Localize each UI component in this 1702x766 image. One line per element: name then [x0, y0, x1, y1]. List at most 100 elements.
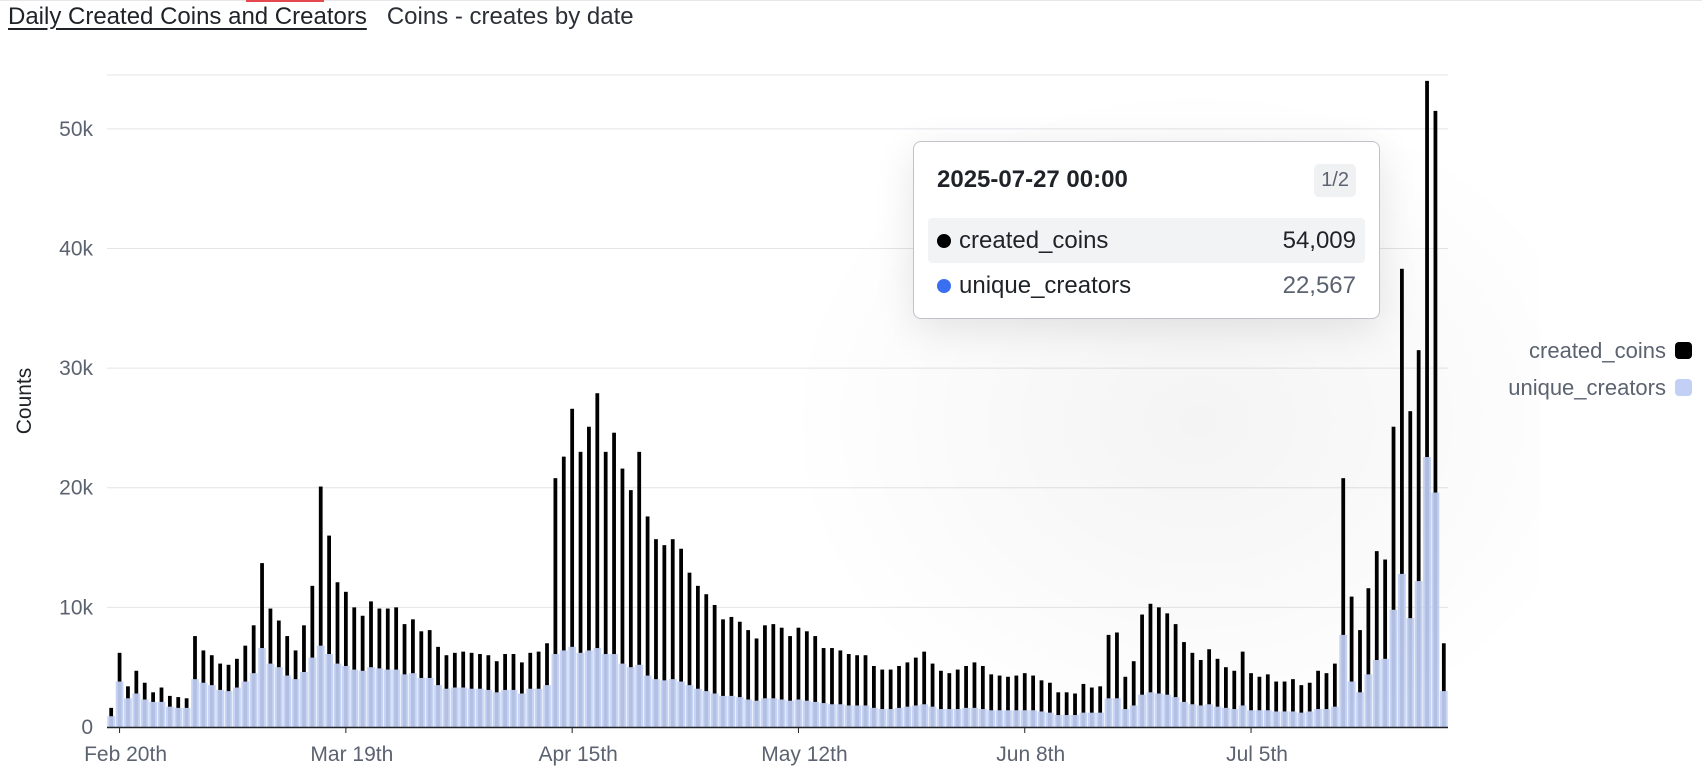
unique-creators-bar [719, 695, 727, 727]
tooltip-row-unique-creators: unique_creators 22,567 [928, 263, 1365, 308]
unique-creators-bar [182, 707, 191, 727]
unique-creators-bar [744, 699, 753, 727]
legend-item-unique-creators[interactable]: unique_creators [1508, 369, 1692, 406]
unique-creators-bar [1180, 701, 1188, 727]
y-tick-label: 50k [59, 118, 93, 141]
unique-creators-bar [283, 675, 292, 727]
unique-creators-bar [652, 679, 660, 727]
unique-creators-bar [291, 679, 300, 727]
unique-creators-bar [1356, 692, 1364, 727]
unique-creators-bar [149, 701, 157, 727]
unique-creators-bar [626, 667, 635, 727]
x-tick-label: May 12th [761, 743, 847, 766]
unique-creators-bar [1188, 704, 1197, 727]
unique-creators-bar [1322, 709, 1331, 727]
unique-creators-bar [962, 707, 970, 727]
unique-creators-bar [987, 710, 996, 727]
unique-creators-bar [585, 650, 593, 727]
unique-creators-bar [1012, 710, 1021, 727]
unique-creators-bar [459, 687, 468, 727]
unique-creators-bar [1414, 581, 1423, 727]
unique-creators-bar [308, 657, 317, 727]
unique-creators-bar [325, 654, 333, 727]
unique-creators-bar [258, 648, 266, 727]
unique-creators-bar [1347, 681, 1356, 727]
x-tick-label: Apr 15th [538, 743, 617, 766]
unique-creators-bar [484, 689, 493, 727]
unique-creators-bar [853, 705, 862, 727]
unique-creators-bar [786, 700, 794, 727]
unique-creators-bar [333, 663, 342, 727]
legend-swatch-created-coins [1675, 342, 1692, 359]
unique-creators-bar [710, 693, 719, 727]
unique-creators-bar [534, 688, 543, 727]
unique-creators-bar [409, 673, 417, 727]
unique-creators-bar [559, 650, 568, 727]
unique-creators-bar [777, 699, 786, 727]
unique-creators-bar [476, 688, 484, 727]
unique-creators-bar [249, 673, 258, 727]
unique-creators-bar [300, 671, 308, 727]
unique-creators-bar [1439, 691, 1448, 727]
unique-creators-bar [1213, 706, 1222, 727]
tooltip-page-indicator[interactable]: 1/2 [1314, 163, 1356, 197]
legend-item-created-coins[interactable]: created_coins [1508, 332, 1692, 369]
unique-creators-bar [794, 699, 803, 727]
unique-creators-bar [207, 685, 216, 727]
unique-creators-bar [233, 687, 241, 727]
unique-creators-bar [1062, 715, 1071, 727]
unique-creators-bar [937, 709, 945, 727]
unique-creators-bar [861, 705, 870, 727]
chart-legend: created_coins unique_creators [1508, 332, 1692, 406]
tooltip-series-value: 22,567 [1282, 271, 1356, 299]
unique-creators-bar [978, 709, 987, 727]
bar-chart[interactable]: 0 10k 20k 30k 40k 50k Feb 20th Mar 19th Apr 15t… [0, 0, 1702, 766]
unique-creators-bar [392, 669, 401, 727]
unique-creators-bar [1230, 709, 1239, 727]
legend-swatch-unique-creators [1675, 379, 1692, 396]
unique-creators-bar [1096, 712, 1105, 727]
y-axis-title: Counts [13, 368, 36, 435]
unique-creators-bar [274, 667, 283, 727]
unique-creators-bar [685, 685, 694, 727]
x-tick-label: Feb 20th [84, 743, 167, 766]
unique-creators-bar [1071, 715, 1079, 727]
unique-creators-bar [165, 706, 174, 727]
unique-creators-bar [576, 652, 585, 727]
unique-creators-bar [1431, 492, 1440, 727]
unique-creators-bar [1372, 660, 1381, 727]
unique-creators-bar [953, 709, 962, 727]
unique-creators-bar [157, 701, 166, 727]
unique-creators-bar [216, 689, 225, 727]
created-coins-dot [937, 233, 951, 248]
unique-creators-bar [769, 698, 778, 727]
unique-creators-bar [945, 709, 954, 727]
unique-creators-bar [115, 681, 124, 727]
unique-creators-bar [601, 654, 610, 727]
unique-creators-bar [735, 697, 744, 727]
unique-creators-bar [517, 693, 526, 727]
unique-creators-bar [903, 706, 912, 727]
unique-creators-bar [1104, 698, 1113, 727]
unique-creators-bar [1305, 711, 1314, 727]
unique-creators-bar [761, 698, 769, 727]
unique-creators-bar [610, 654, 618, 727]
unique-creators-bar [1087, 712, 1096, 727]
unique-creators-bar [417, 677, 426, 727]
unique-creators-bar [241, 681, 250, 727]
unique-creators-bar [702, 691, 711, 727]
unique-creators-bar [383, 669, 392, 727]
unique-creators-bar [543, 685, 551, 727]
tooltip-series-name: created_coins [959, 226, 1109, 254]
unique-creators-bar [1364, 674, 1373, 727]
tooltip-date: 2025-07-27 00:00 [937, 166, 1128, 193]
y-tick-label: 40k [59, 237, 93, 260]
legend-label: unique_creators [1508, 374, 1666, 400]
hover-tooltip: 2025-07-27 00:00 1/2 created_coins 54,00… [913, 141, 1380, 319]
unique-creators-bar [124, 698, 132, 727]
unique-creators-bar [1423, 457, 1431, 727]
unique-creators-bar [1389, 609, 1398, 727]
unique-creators-bar [442, 688, 451, 727]
unique-creators-bar [1406, 618, 1415, 727]
unique-creators-bar [526, 688, 535, 727]
